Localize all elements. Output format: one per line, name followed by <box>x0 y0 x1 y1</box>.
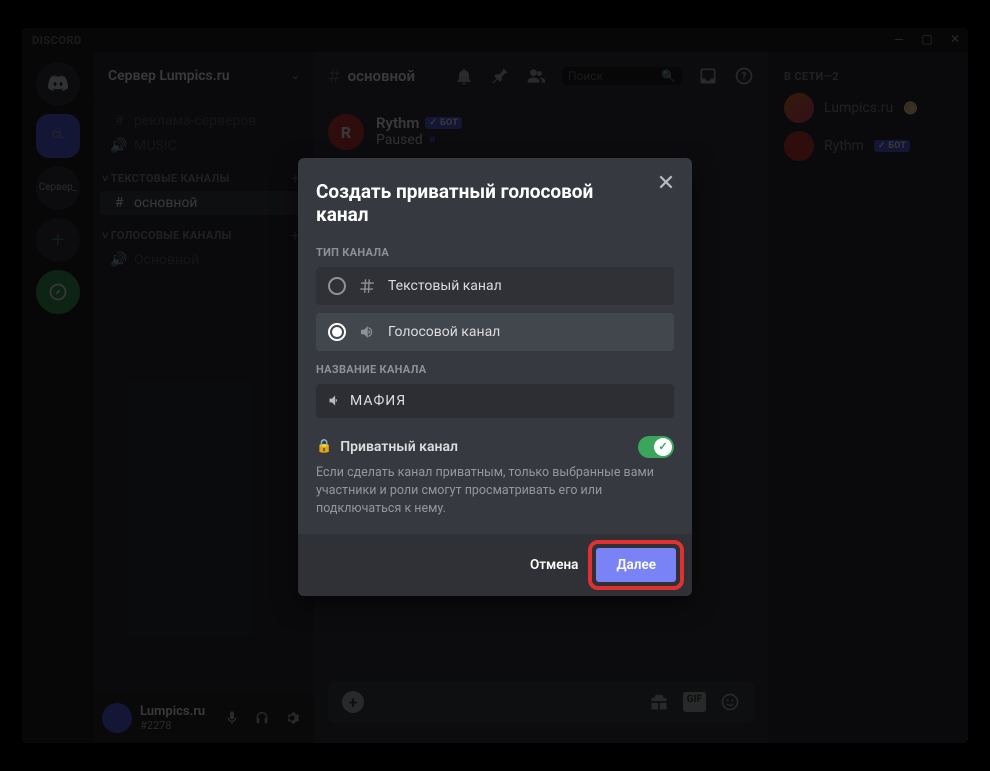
modal-footer: Отмена Далее <box>298 534 692 596</box>
hash-icon <box>358 277 376 295</box>
radio-unchecked-icon <box>328 277 346 295</box>
check-icon: ✓ <box>654 438 672 456</box>
private-label: Приватный канал <box>340 439 458 455</box>
private-toggle[interactable]: ✓ <box>638 436 674 458</box>
type-option-label: Голосовой канал <box>388 324 500 340</box>
modal-close-button[interactable]: ✕ <box>654 172 678 196</box>
name-label: НАЗВАНИЕ КАНАЛА <box>316 363 674 376</box>
private-description: Если сделать канал приватным, только выб… <box>316 464 674 518</box>
channel-name-input[interactable] <box>350 393 663 409</box>
cancel-button[interactable]: Отмена <box>526 549 583 581</box>
lock-icon: 🔒 <box>316 439 332 454</box>
type-option-label: Текстовый канал <box>388 278 502 294</box>
type-option-text[interactable]: Текстовый канал <box>316 267 674 305</box>
type-option-voice[interactable]: Голосовой канал <box>316 313 674 351</box>
next-button[interactable]: Далее <box>596 548 676 582</box>
channel-name-input-wrap[interactable] <box>316 384 674 418</box>
speaker-icon <box>327 393 342 408</box>
create-channel-modal: ✕ Создать приватный голосовой канал ТИП … <box>298 158 692 596</box>
radio-checked-icon <box>328 323 346 341</box>
type-label: ТИП КАНАЛА <box>316 246 674 259</box>
speaker-icon <box>358 323 376 341</box>
modal-title: Создать приватный голосовой канал <box>316 180 674 226</box>
app-frame: DISCORD ─ ▢ ✕ СL Сервер_ + Сервер Lumpic… <box>22 28 968 743</box>
